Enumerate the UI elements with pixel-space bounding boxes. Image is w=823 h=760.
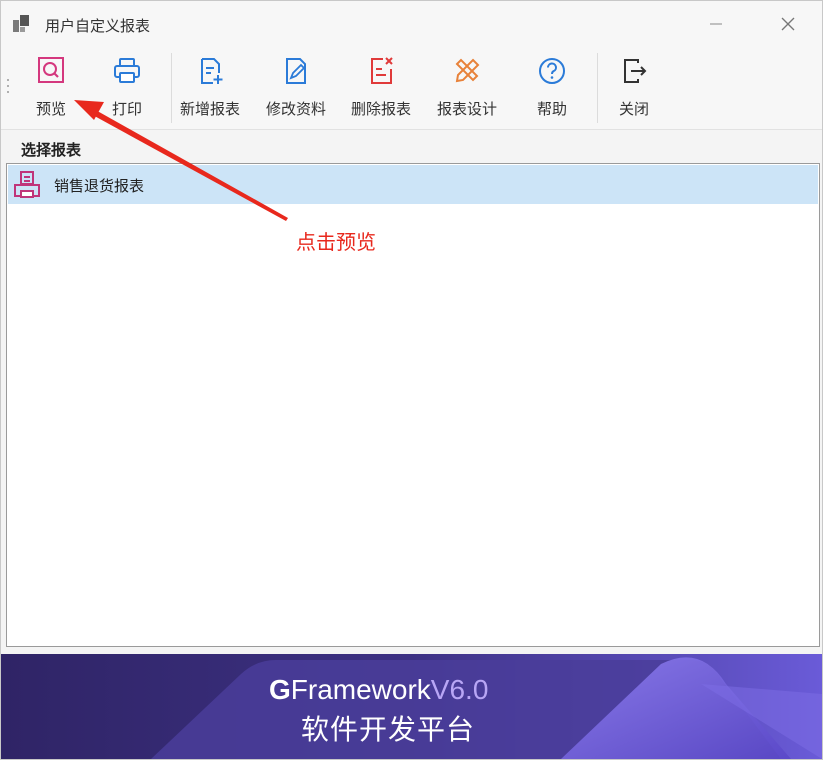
minimize-icon: [710, 23, 722, 25]
design-icon: [455, 58, 480, 83]
window-title: 用户自定义报表: [45, 17, 151, 35]
report-name: 销售退货报表: [54, 177, 145, 195]
toolbar-separator: [597, 53, 598, 123]
annotation-text: 点击预览: [296, 230, 376, 254]
edit-info-button[interactable]: 修改资料: [266, 53, 326, 123]
toolbar-separator: [171, 53, 172, 123]
help-label: 帮助: [536, 100, 567, 118]
section-header: 选择报表: [7, 135, 820, 163]
preview-icon: [38, 57, 64, 83]
delete-report-icon: [371, 57, 393, 84]
print-label: 打印: [111, 100, 142, 118]
preview-label: 预览: [35, 100, 66, 118]
toolbar-grip[interactable]: [7, 79, 11, 97]
brand-banner: G Framework V6.0 软件开发平台: [1, 654, 822, 759]
edit-icon: [286, 58, 306, 84]
delete-report-button[interactable]: 删除报表: [351, 53, 411, 123]
preview-button[interactable]: 预览: [33, 53, 69, 123]
close-label: 关闭: [618, 100, 649, 118]
report-design-label: 报表设计: [437, 100, 498, 118]
minimize-button[interactable]: [694, 9, 738, 39]
add-report-label: 新增报表: [180, 100, 241, 118]
close-button[interactable]: 关闭: [616, 53, 652, 123]
printer-icon: [114, 58, 140, 83]
report-design-button[interactable]: 报表设计: [437, 53, 497, 123]
toolbar: 预览 打印 新增报表 修改资料 删除报表 报表设计 帮助 关闭: [1, 47, 822, 130]
brand-version: V6.0: [430, 674, 489, 705]
close-window-button[interactable]: [766, 9, 810, 39]
brand-title: G Framework V6.0: [269, 674, 488, 706]
add-report-icon: [201, 58, 223, 84]
close-icon: [781, 17, 795, 31]
title-bar: 用户自定义报表: [1, 1, 822, 47]
help-icon: [539, 58, 565, 84]
brand-logo-mark: G: [269, 674, 291, 705]
app-icon: [13, 14, 35, 34]
delete-report-label: 删除报表: [351, 100, 412, 118]
edit-info-label: 修改资料: [266, 100, 327, 118]
list-item[interactable]: 销售退货报表: [8, 165, 818, 204]
report-window: 用户自定义报表 预览 打印 新增报表 修改资料 删除报表 报表设计 帮助 关闭 …: [0, 0, 823, 760]
exit-icon: [624, 59, 647, 83]
add-report-button[interactable]: 新增报表: [180, 53, 240, 123]
report-list[interactable]: 销售退货报表: [6, 163, 820, 647]
section-title: 选择报表: [21, 141, 82, 159]
print-button[interactable]: 打印: [109, 53, 145, 123]
help-button[interactable]: 帮助: [534, 53, 570, 123]
report-printer-icon: [11, 169, 43, 201]
brand-name: Framework: [290, 674, 431, 705]
banner-subtitle: 软件开发平台: [301, 713, 476, 746]
